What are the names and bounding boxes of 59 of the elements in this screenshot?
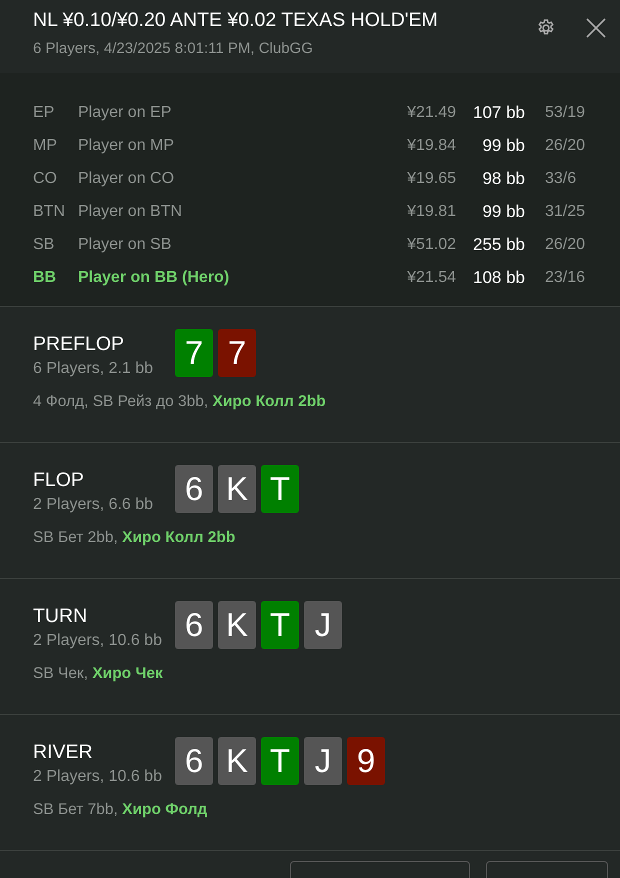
hand-info: 6 Players, 4/23/2025 8:01:11 PM, ClubGG [33,40,314,57]
stack-amount: ¥19.81 [406,202,456,220]
playing-card: 9 [347,737,385,785]
stack-bb: 108 bb [472,268,525,288]
stack-amount: ¥19.65 [406,170,456,188]
playing-card: 6 [175,465,213,513]
playing-card: J [304,737,342,785]
playing-card: 7 [175,329,213,377]
stack-bb: 98 bb [481,168,525,188]
playing-card: 6 [175,601,213,649]
position-label: CO [33,170,58,188]
position-label: BTN [33,202,66,220]
player-name: Player on CO [78,170,176,188]
stack-amount: ¥19.84 [406,136,456,154]
player-name: Player on MP [78,136,176,154]
close-icon[interactable] [586,18,606,38]
playing-card: J [304,601,342,649]
position-label: EP [33,104,56,122]
playing-card: T [261,465,299,513]
player-stats: 23/16 [545,268,586,286]
player-stats: 53/19 [545,104,586,122]
street-actions: 4 Фолд, SB Рейз до 3bb, Хиро Колл 2bb [33,393,327,411]
position-label: BB [33,268,58,286]
stack-amount: ¥21.49 [406,104,456,122]
player-name: Player on BTN [78,202,184,220]
player-stats: 31/25 [545,202,586,220]
street-pot: 2 Players, 6.6 bb [33,496,154,514]
player-name: Player on BB (Hero) [78,268,230,286]
playing-card: K [218,601,256,649]
stack-amount: ¥21.54 [406,268,456,286]
street-pot: 2 Players, 10.6 bb [33,768,163,786]
playing-card: 6 [175,737,213,785]
stack-bb: 99 bb [481,136,525,156]
position-label: SB [33,236,56,254]
playing-card: T [261,737,299,785]
playing-card: K [218,737,256,785]
street-name: PREFLOP [33,333,126,356]
player-name: Player on EP [78,104,172,122]
player-stats: 33/6 [545,170,576,188]
street-actions: SB Бет 7bb, Хиро Фолд [33,801,208,819]
position-label: MP [33,136,58,154]
window-title: NL ¥0.10/¥0.20 ANTE ¥0.02 TEXAS HOLD'EM [33,9,439,32]
player-name: Player on SB [78,236,172,254]
stack-bb: 99 bb [481,202,525,222]
street-name: RIVER [33,741,94,764]
player-stats: 26/20 [545,136,586,154]
playing-card: 7 [218,329,256,377]
street-actions: SB Чек, Хиро Чек [33,665,164,683]
player-stats: 26/20 [545,236,586,254]
stack-bb: 255 bb [472,234,525,254]
street-pot: 6 Players, 2.1 bb [33,360,154,378]
street-name: TURN [33,605,88,628]
stack-bb: 107 bb [472,102,525,122]
street-actions: SB Бет 2bb, Хиро Колл 2bb [33,529,236,547]
street-name: FLOP [33,469,85,492]
playing-card: K [218,465,256,513]
stack-amount: ¥51.02 [406,236,456,254]
street-pot: 2 Players, 10.6 bb [33,632,163,650]
playing-card: T [261,601,299,649]
